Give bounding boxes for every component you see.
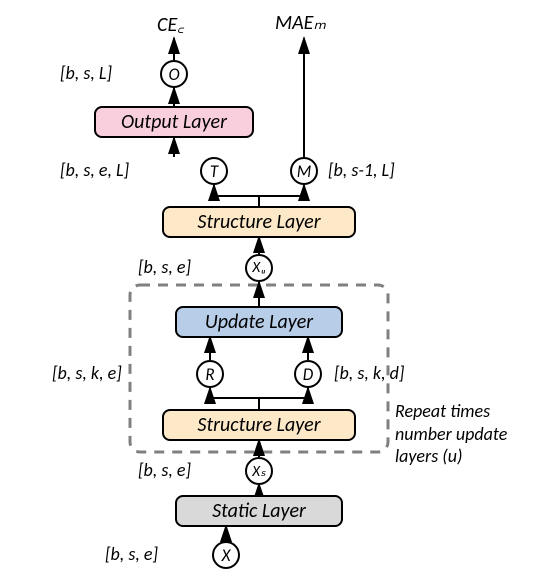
xu-node-text: Xᵤ (252, 259, 265, 277)
output-layer-text: Output Layer (121, 110, 227, 134)
d-node-text: D (303, 364, 313, 385)
xs-node-text: Xₛ (252, 462, 265, 481)
o-node-text: O (168, 64, 179, 85)
structure-layer-upper-text: Structure Layer (197, 210, 320, 234)
static-layer-text: Static Layer (212, 499, 306, 523)
x-node: X (212, 541, 240, 569)
connector-svg (0, 0, 550, 574)
xu-node: Xᵤ (245, 254, 273, 282)
d-shape-label: [b, s, k, d] (334, 362, 404, 384)
mae-m-label: MAEₘ (275, 10, 326, 35)
diagram-stage: CE꜀ MAEₘ O [b, s, L] Output Layer T [b, … (0, 0, 550, 574)
repeat-note: Repeat times number update layers (u) (395, 400, 507, 468)
xs-node: Xₛ (245, 457, 273, 485)
repeat-note-line3: layers (u) (395, 445, 507, 468)
t-shape-label: [b, s, e, L] (60, 159, 129, 181)
m-node: M (290, 157, 318, 185)
xs-shape-label: [b, s, e] (138, 459, 191, 481)
r-shape-label: [b, s, k, e] (52, 362, 122, 384)
ce-c-label: CE꜀ (157, 10, 184, 37)
r-node: R (196, 360, 224, 388)
r-node-text: R (205, 364, 214, 385)
repeat-note-line1: Repeat times (395, 400, 507, 423)
xu-shape-label: [b, s, e] (138, 256, 191, 278)
d-node: D (294, 360, 322, 388)
x-shape-label: [b, s, e] (105, 543, 158, 565)
structure-layer-lower-text: Structure Layer (197, 413, 320, 437)
structure-layer-lower: Structure Layer (162, 409, 356, 441)
x-node-text: X (222, 545, 231, 566)
t-node: T (200, 157, 228, 185)
repeat-note-line2: number update (395, 423, 507, 446)
t-node-text: T (210, 161, 218, 182)
structure-layer-upper: Structure Layer (162, 206, 356, 238)
update-layer-text: Update Layer (205, 310, 313, 334)
static-layer: Static Layer (175, 495, 343, 527)
update-layer: Update Layer (175, 306, 343, 338)
o-shape-label: [b, s, L] (60, 62, 112, 84)
m-shape-label: [b, s-1, L] (328, 159, 395, 181)
m-node-text: M (297, 161, 312, 182)
output-layer: Output Layer (94, 106, 254, 138)
o-node: O (160, 60, 188, 88)
